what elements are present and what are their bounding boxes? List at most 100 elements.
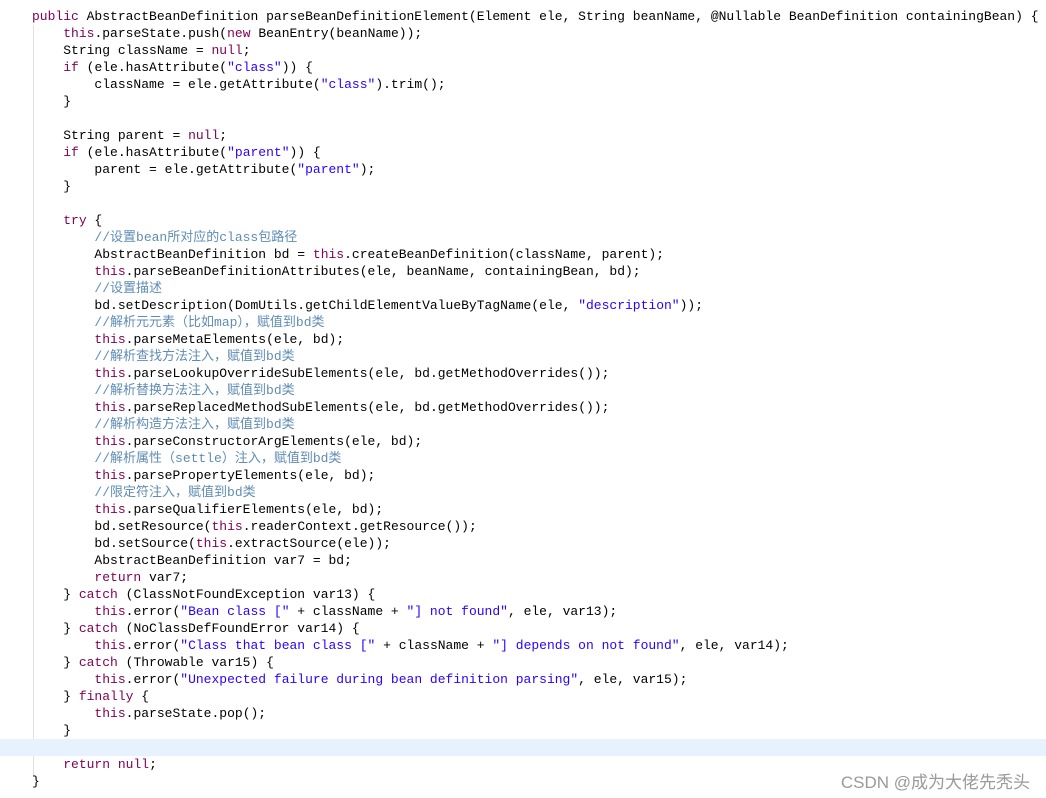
code-line[interactable]: //解析构造方法注入，赋值到bd类: [0, 416, 1046, 433]
code-keyword: this: [94, 400, 126, 415]
code-token: Element: [476, 9, 532, 24]
code-token: );: [328, 332, 345, 347]
code-line[interactable]: bd.setResource(this.readerContext.getRes…: [0, 518, 1046, 535]
code-token: ,: [398, 366, 415, 381]
code-token: setResource: [117, 519, 204, 534]
code-token: AbstractBeanDefinition: [86, 9, 259, 24]
code-token: ,: [617, 672, 633, 687]
code-token: className: [398, 638, 469, 653]
code-token: var15: [632, 672, 672, 687]
code-token: ,: [507, 604, 524, 619]
code-token: (: [266, 332, 274, 347]
code-line[interactable]: //解析替换方法注入，赋值到bd类: [0, 382, 1046, 399]
code-keyword: this: [94, 638, 126, 653]
code-line[interactable]: }: [0, 722, 1046, 739]
code-token: bd: [328, 553, 345, 568]
code-token: hasAttribute: [125, 60, 220, 75]
code-line[interactable]: this.parseState.push(new BeanEntry(beanN…: [0, 25, 1046, 42]
code-token: hasAttribute: [125, 145, 220, 160]
code-line[interactable]: if (ele.hasAttribute("parent")) {: [0, 144, 1046, 161]
code-line[interactable]: [0, 739, 1046, 756]
code-line[interactable]: this.parseQualifierElements(ele, bd);: [0, 501, 1046, 518]
code-line[interactable]: this.parseBeanDefinitionAttributes(ele, …: [0, 263, 1046, 280]
code-line[interactable]: try {: [0, 212, 1046, 229]
code-line[interactable]: [0, 195, 1046, 212]
code-line[interactable]: bd.setSource(this.extractSource(ele));: [0, 535, 1046, 552]
code-line[interactable]: this.error("Bean class [" + className + …: [0, 603, 1046, 620]
code-line[interactable]: this.parseLookupOverrideSubElements(ele,…: [0, 365, 1046, 382]
code-token: ele: [367, 264, 391, 279]
code-line[interactable]: className = ele.getAttribute("class").tr…: [0, 76, 1046, 93]
code-keyword: this: [63, 26, 95, 41]
code-token: className: [515, 247, 586, 262]
code-keyword: this: [94, 502, 126, 517]
code-line[interactable]: bd.setDescription(DomUtils.getChildEleme…: [0, 297, 1046, 314]
code-line[interactable]: } catch (Throwable var15) {: [0, 654, 1046, 671]
code-token: (: [219, 26, 228, 41]
code-line[interactable]: this.error("Class that bean class [" + c…: [0, 637, 1046, 654]
code-line[interactable]: this.parseState.pop();: [0, 705, 1046, 722]
code-line[interactable]: this.parseReplacedMethodSubElements(ele,…: [0, 399, 1046, 416]
code-token: +: [289, 604, 313, 619]
code-token: parseState: [133, 706, 212, 721]
code-line[interactable]: //设置描述: [0, 280, 1046, 297]
code-token: setDescription: [117, 298, 228, 313]
code-line[interactable]: //解析属性（settle）注入，赋值到bd类: [0, 450, 1046, 467]
code-line[interactable]: AbstractBeanDefinition var7 = bd;: [0, 552, 1046, 569]
code-token: ,: [562, 298, 579, 313]
code-token: createBeanDefinition: [351, 247, 508, 262]
code-token: .: [117, 60, 126, 75]
code-line[interactable]: } catch (NoClassDefFoundError var14) {: [0, 620, 1046, 637]
code-line[interactable]: String className = null;: [0, 42, 1046, 59]
code-line[interactable]: if (ele.hasAttribute("class")) {: [0, 59, 1046, 76]
code-line[interactable]: this.error("Unexpected failure during be…: [0, 671, 1046, 688]
code-line[interactable]: this.parseMetaElements(ele, bd);: [0, 331, 1046, 348]
code-line[interactable]: AbstractBeanDefinition bd = this.createB…: [0, 246, 1046, 263]
code-token: var7: [273, 553, 306, 568]
code-line[interactable]: //限定符注入，赋值到bd类: [0, 484, 1046, 501]
code-token: var15: [211, 655, 251, 670]
code-editor[interactable]: public AbstractBeanDefinition parseBeanD…: [0, 8, 1046, 790]
code-token: parent: [117, 128, 165, 143]
code-line[interactable]: } finally {: [0, 688, 1046, 705]
code-keyword: this: [94, 468, 126, 483]
code-line[interactable]: return var7;: [0, 569, 1046, 586]
code-token: .: [188, 162, 196, 177]
code-line[interactable]: this.parseConstructorArgElements(ele, bd…: [0, 433, 1046, 450]
code-token: ;: [180, 570, 189, 585]
code-token: ,: [695, 9, 711, 24]
code-keyword: this: [312, 247, 345, 262]
code-line[interactable]: }: [0, 93, 1046, 110]
code-line[interactable]: //解析查找方法注入，赋值到bd类: [0, 348, 1046, 365]
code-line[interactable]: //解析元元素（比如map），赋值到bd类: [0, 314, 1046, 331]
code-line[interactable]: //设置bean所对应的class包路径: [0, 229, 1046, 246]
code-line[interactable]: } catch (ClassNotFoundException var13) {: [0, 586, 1046, 603]
code-line[interactable]: this.parsePropertyElements(ele, bd);: [0, 467, 1046, 484]
code-token: );: [406, 434, 423, 449]
code-token: }: [32, 587, 79, 602]
code-keyword: this: [94, 706, 126, 721]
code-token: bd: [273, 247, 290, 262]
code-line[interactable]: parent = ele.getAttribute("parent");: [0, 161, 1046, 178]
code-token: beanName: [632, 9, 696, 24]
code-keyword: new: [227, 26, 251, 41]
code-token: className: [117, 43, 189, 58]
code-line[interactable]: [0, 110, 1046, 127]
code-token: .: [180, 26, 189, 41]
code-line[interactable]: public AbstractBeanDefinition parseBeanD…: [0, 8, 1046, 25]
code-keyword: this: [94, 672, 126, 687]
code-line[interactable]: }: [0, 178, 1046, 195]
code-keyword: this: [94, 604, 126, 619]
code-token: ele: [523, 604, 547, 619]
code-token: ,: [578, 672, 594, 687]
code-token: =: [188, 43, 212, 58]
code-token: }: [32, 723, 72, 738]
code-line[interactable]: String parent = null;: [0, 127, 1046, 144]
